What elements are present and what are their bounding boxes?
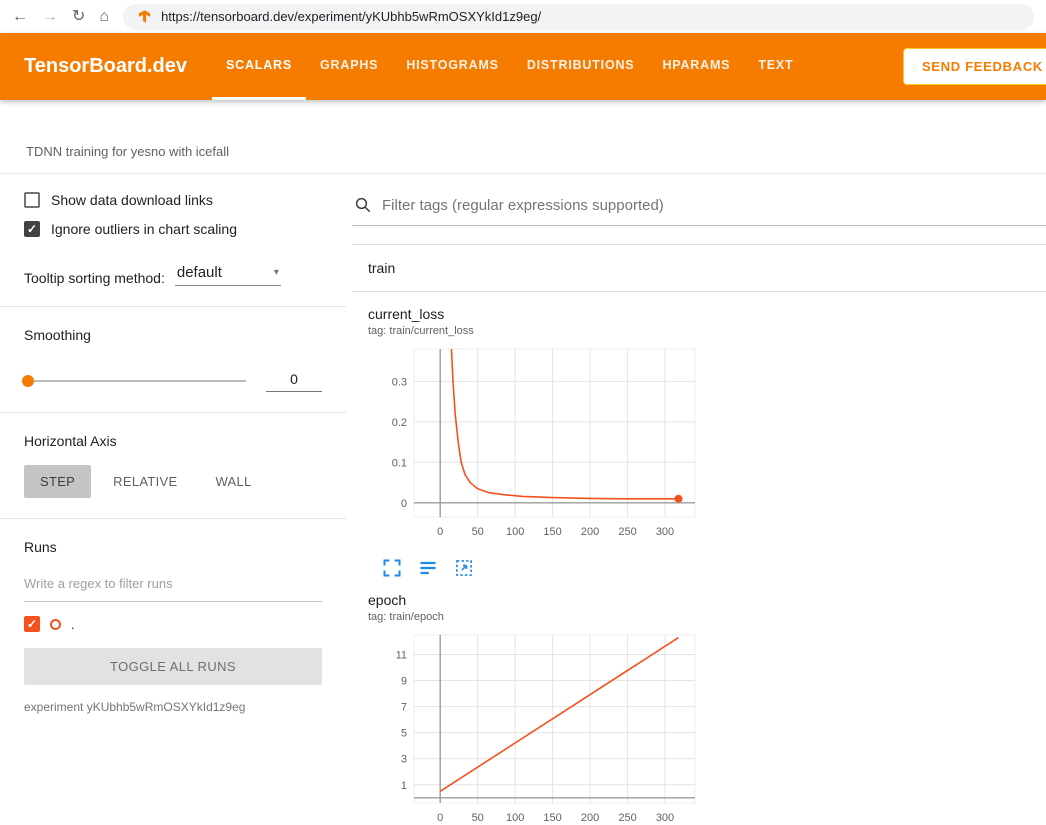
app-header: TensorBoard.dev SCALARSGRAPHSHISTOGRAMSD… <box>0 33 1046 100</box>
tooltip-sorting-value: default <box>177 264 222 281</box>
svg-text:50: 50 <box>472 526 484 538</box>
smoothing-slider[interactable] <box>24 380 246 382</box>
svg-text:100: 100 <box>506 812 524 824</box>
svg-text:200: 200 <box>581 526 599 538</box>
axis-button-step[interactable]: STEP <box>24 465 91 498</box>
svg-text:0: 0 <box>437 812 443 824</box>
svg-text:200: 200 <box>581 812 599 824</box>
ignore-outliers-label: Ignore outliers in chart scaling <box>51 221 237 237</box>
filter-tags-input[interactable] <box>382 197 1046 214</box>
chart-plot[interactable]: 0 50 100 150 200 250 300 0 0.1 0.2 0.3 <box>368 344 703 544</box>
fit-domain-icon[interactable] <box>454 558 474 578</box>
send-feedback-button[interactable]: SEND FEEDBACK <box>903 48 1046 85</box>
divider <box>0 412 346 413</box>
tab-graphs[interactable]: GRAPHS <box>306 33 392 100</box>
svg-text:0.3: 0.3 <box>392 376 407 388</box>
run-checkbox[interactable] <box>24 616 40 632</box>
svg-text:5: 5 <box>401 728 407 740</box>
chart-title: current_loss <box>368 306 703 322</box>
chevron-down-icon: ▾ <box>274 267 279 278</box>
svg-text:300: 300 <box>656 526 674 538</box>
svg-text:11: 11 <box>396 650 407 662</box>
show-download-links-checkbox[interactable] <box>24 192 40 208</box>
svg-text:150: 150 <box>543 526 561 538</box>
svg-text:3: 3 <box>401 754 407 766</box>
browser-chrome: ← → ↻ ⌂ https://tensorboard.dev/experime… <box>0 0 1046 33</box>
run-list: . <box>24 616 322 632</box>
svg-text:7: 7 <box>401 702 407 714</box>
runs-label: Runs <box>24 539 322 555</box>
svg-text:0.2: 0.2 <box>392 417 407 429</box>
horizontal-axis-label: Horizontal Axis <box>24 433 322 449</box>
url-text: https://tensorboard.dev/experiment/yKUbh… <box>161 9 541 24</box>
experiment-title: TDNN training for yesno with icefall <box>26 144 229 159</box>
experiment-id-caption: experiment yKUbhb5wRmOSXYkId1z9eg <box>24 700 322 714</box>
chart-actions <box>368 549 703 592</box>
chart-plot[interactable]: 0 50 100 150 200 250 300 1 3 5 7 9 11 <box>368 630 703 825</box>
axis-button-wall[interactable]: WALL <box>199 465 267 498</box>
svg-text:50: 50 <box>472 812 484 824</box>
svg-text:150: 150 <box>543 812 561 824</box>
run-data-icon[interactable] <box>418 558 438 578</box>
back-icon[interactable]: ← <box>12 9 28 25</box>
svg-text:0.1: 0.1 <box>392 457 407 469</box>
svg-text:1: 1 <box>401 780 407 792</box>
run-row: . <box>24 616 322 632</box>
axis-button-relative[interactable]: RELATIVE <box>97 465 193 498</box>
ignore-outliers-checkbox[interactable] <box>24 221 40 237</box>
svg-text:300: 300 <box>656 812 674 824</box>
svg-text:250: 250 <box>618 812 636 824</box>
smoothing-value-input[interactable] <box>266 369 322 392</box>
forward-icon[interactable]: → <box>42 9 58 25</box>
train-section-header[interactable]: train <box>352 245 1046 292</box>
horizontal-axis-buttons: STEPRELATIVEWALL <box>24 465 322 498</box>
toggle-all-runs-button[interactable]: TOGGLE ALL RUNS <box>24 648 322 685</box>
home-icon[interactable]: ⌂ <box>99 9 109 25</box>
divider <box>0 306 346 307</box>
app-logo: TensorBoard.dev <box>24 33 212 100</box>
run-color-swatch <box>50 619 61 630</box>
tab-hparams[interactable]: HPARAMS <box>648 33 744 100</box>
reload-icon[interactable]: ↻ <box>72 9 85 25</box>
run-name: . <box>71 617 75 632</box>
search-icon <box>354 196 372 214</box>
chart-tag: tag: train/current_loss <box>368 325 703 337</box>
scalars-panel: train current_loss tag: train/current_los… <box>346 174 1046 825</box>
expand-chart-icon[interactable] <box>382 558 402 578</box>
tab-text[interactable]: TEXT <box>744 33 807 100</box>
filter-tags-row <box>352 188 1046 226</box>
smoothing-label: Smoothing <box>24 327 322 343</box>
charts-grid: current_losstag: train/current_loss05010… <box>352 292 1046 825</box>
svg-text:100: 100 <box>506 526 524 538</box>
tab-histograms[interactable]: HISTOGRAMS <box>392 33 513 100</box>
chart-title: epoch <box>368 592 703 608</box>
svg-text:250: 250 <box>618 526 636 538</box>
settings-sidebar: Show data download links Ignore outliers… <box>0 174 346 825</box>
tooltip-sorting-select[interactable]: default ▾ <box>175 263 281 286</box>
runs-filter-input[interactable] <box>24 567 322 602</box>
smoothing-slider-thumb[interactable] <box>22 375 34 387</box>
tensorboard-favicon <box>137 9 152 24</box>
chart-tag: tag: train/epoch <box>368 611 703 623</box>
tooltip-sorting-label: Tooltip sorting method: <box>24 270 165 286</box>
svg-text:0: 0 <box>401 498 407 510</box>
svg-text:0: 0 <box>437 526 443 538</box>
train-section-card: train current_loss tag: train/current_los… <box>352 244 1046 825</box>
divider <box>0 518 346 519</box>
experiment-title-band: TDNN training for yesno with icefall <box>0 100 1046 173</box>
address-bar[interactable]: https://tensorboard.dev/experiment/yKUbh… <box>123 4 1034 30</box>
svg-text:9: 9 <box>401 676 407 688</box>
chart-current_loss: current_loss tag: train/current_loss 0 50 10… <box>368 306 703 592</box>
chart-epoch: epoch tag: train/epoch 0 50 100 150 200 250 300 1… <box>368 592 703 825</box>
show-download-links-label: Show data download links <box>51 192 213 208</box>
main-nav: SCALARSGRAPHSHISTOGRAMSDISTRIBUTIONSHPAR… <box>212 33 807 100</box>
tab-scalars[interactable]: SCALARS <box>212 33 306 100</box>
tab-distributions[interactable]: DISTRIBUTIONS <box>513 33 649 100</box>
